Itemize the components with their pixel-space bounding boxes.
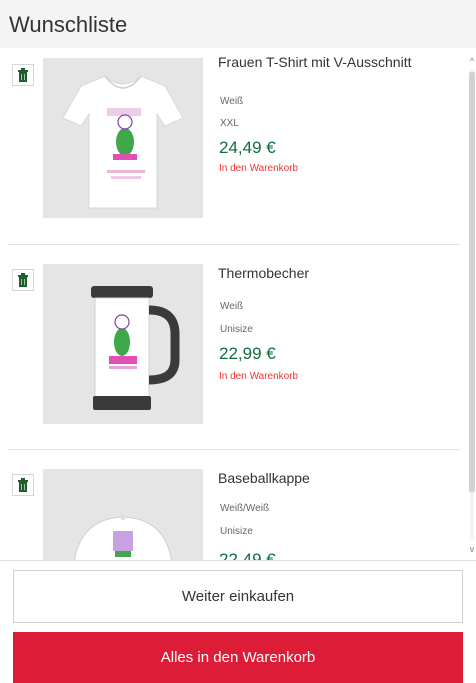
remove-item-button[interactable] (12, 64, 34, 86)
scrollbar[interactable]: ^ v (468, 56, 476, 556)
add-all-to-cart-button[interactable]: Alles in den Warenkorb (13, 632, 463, 683)
trash-icon (18, 68, 28, 82)
wishlist-list: Frauen T-Shirt mit V-Ausschnitt Weiß XXL… (0, 48, 476, 560)
wishlist-item: Thermobecher Weiß Unisize 22,99 € In den… (0, 253, 464, 450)
add-to-cart-link[interactable]: In den Warenkorb (219, 163, 298, 174)
product-title[interactable]: Frauen T-Shirt mit V-Ausschnitt (218, 54, 411, 70)
product-size: Unisize (220, 526, 253, 537)
remove-item-button[interactable] (12, 474, 34, 496)
scroll-up-icon[interactable]: ^ (468, 56, 476, 66)
remove-item-button[interactable] (12, 269, 34, 291)
trash-icon (18, 478, 28, 492)
wishlist-item: Baseballkappe Weiß/Weiß Unisize 22,49 € (0, 458, 464, 560)
footer-divider (0, 560, 476, 561)
product-title[interactable]: Baseballkappe (218, 470, 310, 486)
product-price: 22,99 € (219, 344, 276, 363)
item-divider (8, 449, 460, 450)
product-image-mug[interactable] (43, 264, 203, 424)
wishlist-item: Frauen T-Shirt mit V-Ausschnitt Weiß XXL… (0, 48, 464, 245)
add-to-cart-link[interactable]: In den Warenkorb (219, 371, 298, 382)
continue-shopping-button[interactable]: Weiter einkaufen (13, 570, 463, 623)
product-color: Weiß (220, 96, 244, 107)
page-title: Wunschliste (9, 12, 128, 37)
scrollbar-thumb[interactable] (469, 72, 475, 492)
product-price: 22,49 € (219, 550, 276, 560)
product-image-cap[interactable] (43, 469, 203, 560)
item-divider (8, 244, 460, 245)
product-color: Weiß/Weiß (220, 503, 270, 514)
trash-icon (18, 273, 28, 287)
mug-image (91, 286, 180, 410)
product-price: 24,49 € (219, 138, 276, 157)
product-size: XXL (220, 118, 239, 129)
product-size: Unisize (220, 324, 253, 335)
product-color: Weiß (220, 301, 244, 312)
wishlist-header: Wunschliste (0, 0, 476, 48)
tshirt-image (62, 75, 184, 209)
cap-image (74, 514, 172, 560)
product-image-tshirt[interactable] (43, 58, 203, 218)
scroll-down-icon[interactable]: v (468, 544, 476, 554)
product-title[interactable]: Thermobecher (218, 265, 309, 281)
